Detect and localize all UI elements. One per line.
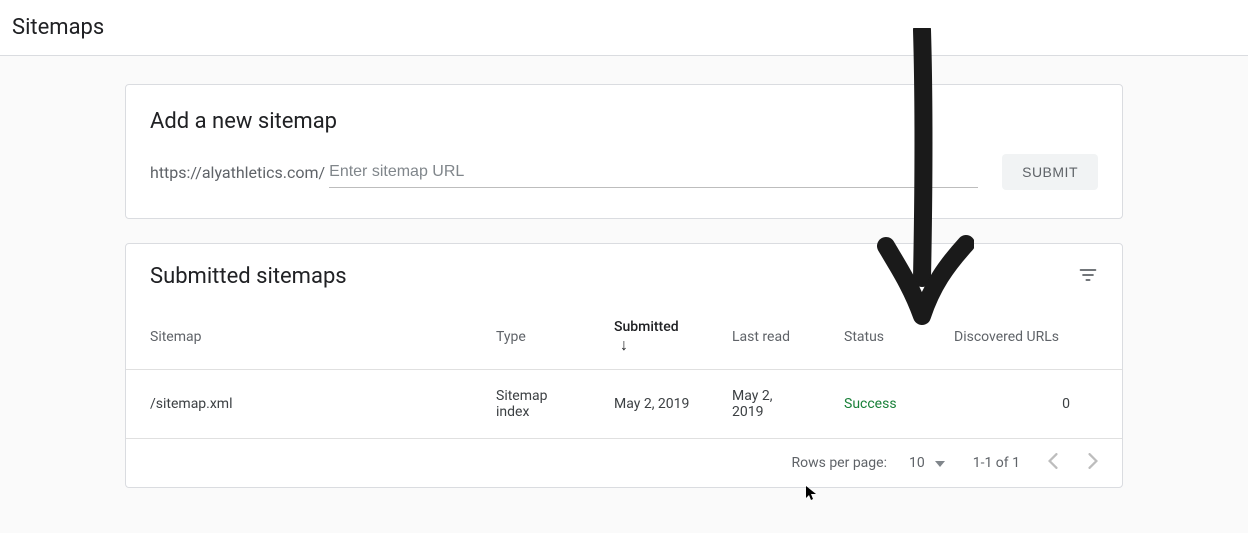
col-header-urls[interactable]: Discovered URLs <box>930 305 1122 370</box>
col-header-submitted-label: Submitted <box>614 319 679 335</box>
rows-per-page: Rows per page: 10 <box>791 455 944 471</box>
add-sitemap-header: Add a new sitemap <box>126 85 1122 154</box>
col-header-type[interactable]: Type <box>472 305 590 370</box>
arrow-down-icon: ↓ <box>620 335 628 354</box>
domain-prefix: https://alyathletics.com/ <box>150 163 325 182</box>
page-header: Sitemaps <box>0 0 1248 56</box>
cell-urls: 0 <box>930 370 1122 439</box>
page-title: Sitemaps <box>12 15 104 40</box>
rows-per-page-select[interactable]: 10 <box>909 455 945 471</box>
cell-submitted: May 2, 2019 <box>590 370 708 439</box>
main-container: Add a new sitemap https://alyathletics.c… <box>125 84 1123 488</box>
add-sitemap-row: https://alyathletics.com/ SUBMIT <box>126 154 1122 218</box>
submitted-header: Submitted sitemaps <box>126 244 1122 305</box>
add-sitemap-card: Add a new sitemap https://alyathletics.c… <box>125 84 1123 219</box>
sitemap-input-wrap <box>329 157 978 188</box>
cell-sitemap: /sitemap.xml <box>126 370 472 439</box>
rows-per-page-value: 10 <box>909 455 925 471</box>
table-header-row: Sitemap Type Submitted ↓ Last read Statu… <box>126 305 1122 370</box>
col-header-status[interactable]: Status <box>820 305 930 370</box>
pagination: Rows per page: 10 1-1 of 1 <box>126 439 1122 487</box>
cell-type: Sitemap index <box>472 370 590 439</box>
cell-lastread: May 2, 2019 <box>708 370 820 439</box>
sitemaps-table: Sitemap Type Submitted ↓ Last read Statu… <box>126 305 1122 439</box>
status-badge: Success <box>844 396 897 412</box>
cell-status: Success <box>820 370 930 439</box>
pagination-range: 1-1 of 1 <box>973 455 1020 471</box>
filter-icon[interactable] <box>1078 265 1098 289</box>
sitemap-url-input[interactable] <box>329 157 978 188</box>
submitted-title: Submitted sitemaps <box>150 264 347 289</box>
rows-per-page-label: Rows per page: <box>791 455 886 471</box>
table-row[interactable]: /sitemap.xml Sitemap index May 2, 2019 M… <box>126 370 1122 439</box>
prev-page-button[interactable] <box>1048 453 1058 473</box>
col-header-lastread[interactable]: Last read <box>708 305 820 370</box>
page-nav <box>1048 453 1098 473</box>
col-header-submitted[interactable]: Submitted ↓ <box>590 305 708 370</box>
dropdown-arrow-icon <box>935 455 945 471</box>
submitted-sitemaps-card: Submitted sitemaps Sitemap Type Submitte… <box>125 243 1123 488</box>
add-sitemap-title: Add a new sitemap <box>150 109 1098 134</box>
submit-button[interactable]: SUBMIT <box>1002 154 1098 190</box>
next-page-button[interactable] <box>1088 453 1098 473</box>
col-header-sitemap[interactable]: Sitemap <box>126 305 472 370</box>
